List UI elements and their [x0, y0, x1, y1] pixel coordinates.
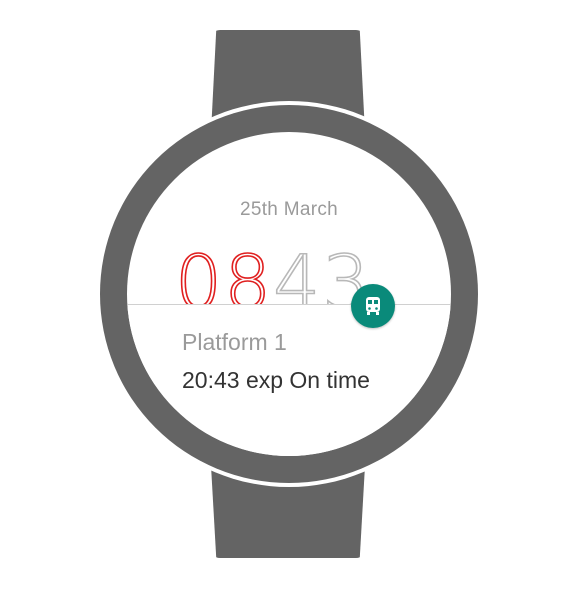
notification-detail: 20:43 exp On time: [182, 367, 370, 393]
train-badge[interactable]: [351, 284, 395, 328]
date-label: 25th March: [239, 199, 339, 220]
notification-card[interactable]: Platform 1 20:43 exp On time: [127, 304, 451, 456]
train-icon: [366, 297, 380, 315]
watch-face: 25th March 0843 Platform 1 20:43 exp On …: [127, 132, 451, 456]
notification-title: Platform 1: [182, 329, 287, 355]
